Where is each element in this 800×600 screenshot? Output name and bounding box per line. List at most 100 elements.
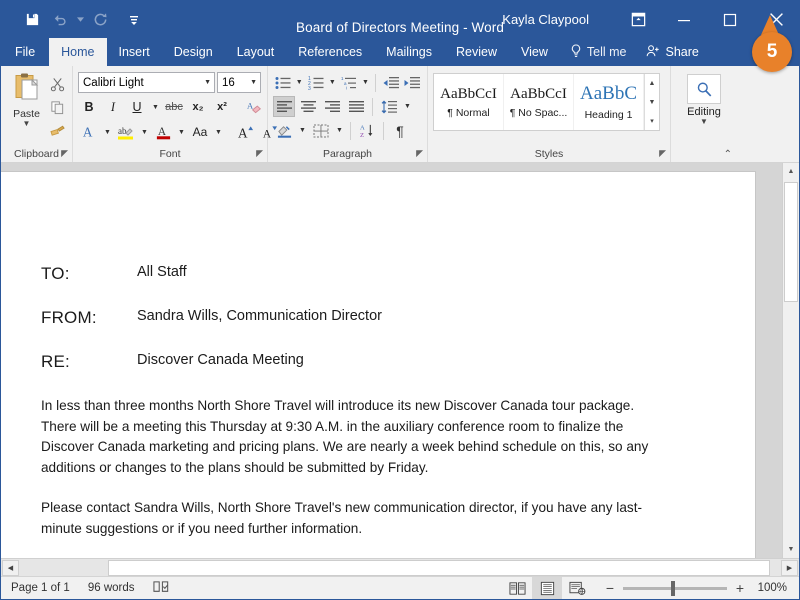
clipboard-dialog-launcher-icon[interactable]: ◤ bbox=[61, 145, 68, 161]
editing-button[interactable]: Editing ▼ bbox=[676, 70, 732, 126]
tab-mailings[interactable]: Mailings bbox=[374, 38, 444, 66]
zoom-out-button[interactable]: − bbox=[604, 580, 616, 596]
borders-icon[interactable] bbox=[310, 120, 332, 141]
tell-me-box[interactable]: Tell me bbox=[560, 38, 637, 66]
horizontal-scroll-track[interactable] bbox=[20, 559, 780, 576]
editing-chevron-down-icon[interactable]: ▼ bbox=[700, 118, 708, 126]
align-left-icon[interactable] bbox=[273, 96, 295, 117]
clear-formatting-icon[interactable]: A bbox=[243, 96, 265, 118]
change-case-chevron-down-icon[interactable]: ▼ bbox=[213, 121, 224, 143]
bullets-icon[interactable] bbox=[273, 72, 292, 93]
paragraph-dialog-launcher-icon[interactable]: ◤ bbox=[416, 145, 423, 161]
copy-icon[interactable] bbox=[47, 97, 67, 117]
tab-layout[interactable]: Layout bbox=[225, 38, 287, 66]
show-formatting-marks-button[interactable]: ¶ bbox=[389, 120, 411, 141]
scroll-down-icon[interactable]: ▼ bbox=[783, 541, 799, 558]
italic-button[interactable]: I bbox=[102, 96, 124, 118]
scroll-right-icon[interactable]: ▶ bbox=[781, 559, 798, 576]
vertical-scroll-track[interactable] bbox=[783, 180, 799, 541]
align-right-icon[interactable] bbox=[321, 96, 343, 117]
font-size-combo[interactable]: 16 ▼ bbox=[217, 72, 261, 93]
sort-icon[interactable]: AZ bbox=[356, 120, 378, 141]
tab-references[interactable]: References bbox=[286, 38, 374, 66]
highlight-icon[interactable]: ab bbox=[115, 121, 137, 143]
shading-icon[interactable] bbox=[273, 120, 295, 141]
tab-view[interactable]: View bbox=[509, 38, 560, 66]
collapse-ribbon-icon[interactable]: ⌃ bbox=[724, 149, 732, 160]
find-magnifier-icon[interactable] bbox=[687, 74, 721, 104]
font-name-chevron-down-icon[interactable]: ▼ bbox=[204, 79, 211, 86]
ribbon-display-options-icon[interactable] bbox=[615, 1, 661, 38]
increase-indent-icon[interactable] bbox=[403, 72, 422, 93]
tab-review[interactable]: Review bbox=[444, 38, 509, 66]
styles-dialog-launcher-icon[interactable]: ◤ bbox=[659, 145, 666, 161]
share-button[interactable]: Share bbox=[636, 38, 738, 66]
document-content[interactable]: TO: All Staff FROM: Sandra Wills, Commun… bbox=[1, 172, 681, 539]
strikethrough-button[interactable]: abc bbox=[163, 96, 185, 118]
styles-scroll-down-icon[interactable]: ▼ bbox=[645, 93, 659, 112]
line-spacing-chevron-down-icon[interactable]: ▼ bbox=[402, 96, 413, 117]
superscript-button[interactable]: x² bbox=[211, 96, 233, 118]
tab-insert[interactable]: Insert bbox=[107, 38, 162, 66]
horizontal-scrollbar[interactable]: ◀ ▶ bbox=[1, 558, 799, 576]
font-size-chevron-down-icon[interactable]: ▼ bbox=[250, 79, 257, 86]
word-count[interactable]: 96 words bbox=[88, 582, 135, 594]
borders-chevron-down-icon[interactable]: ▼ bbox=[334, 120, 345, 141]
justify-icon[interactable] bbox=[345, 96, 367, 117]
proofing-status-icon[interactable] bbox=[152, 580, 169, 597]
font-color-icon[interactable]: A bbox=[152, 121, 174, 143]
zoom-in-button[interactable]: + bbox=[734, 580, 746, 596]
style-heading-1[interactable]: AaBbC Heading 1 bbox=[574, 74, 644, 130]
style-no-spacing[interactable]: AaBbCcI ¶ No Spac... bbox=[504, 74, 574, 130]
read-mode-icon[interactable] bbox=[502, 577, 532, 599]
underline-button[interactable]: U bbox=[126, 96, 148, 118]
paste-button[interactable]: Paste ▼ bbox=[6, 70, 47, 128]
styles-scroll-up-icon[interactable]: ▲ bbox=[645, 74, 659, 93]
tab-file[interactable]: File bbox=[1, 38, 50, 66]
maximize-icon[interactable] bbox=[707, 1, 753, 38]
cut-icon[interactable] bbox=[47, 74, 67, 94]
save-icon[interactable] bbox=[19, 7, 45, 33]
scroll-left-icon[interactable]: ◀ bbox=[2, 559, 19, 576]
decrease-indent-icon[interactable] bbox=[381, 72, 400, 93]
highlight-chevron-down-icon[interactable]: ▼ bbox=[139, 121, 150, 143]
underline-chevron-down-icon[interactable]: ▼ bbox=[150, 96, 161, 118]
page-indicator[interactable]: Page 1 of 1 bbox=[11, 582, 70, 594]
styles-more-icon[interactable]: ▾ bbox=[645, 111, 659, 130]
minimize-icon[interactable] bbox=[661, 1, 707, 38]
grow-font-icon[interactable]: A bbox=[234, 121, 256, 143]
web-layout-icon[interactable] bbox=[562, 577, 592, 599]
horizontal-scroll-thumb[interactable] bbox=[108, 559, 770, 576]
format-painter-icon[interactable] bbox=[47, 120, 67, 140]
tab-design[interactable]: Design bbox=[162, 38, 225, 66]
line-spacing-icon[interactable] bbox=[378, 96, 400, 117]
align-center-icon[interactable] bbox=[297, 96, 319, 117]
font-color-chevron-down-icon[interactable]: ▼ bbox=[176, 121, 187, 143]
vertical-scroll-thumb[interactable] bbox=[784, 182, 798, 302]
bullets-chevron-down-icon[interactable]: ▼ bbox=[294, 72, 304, 93]
bold-button[interactable]: B bbox=[78, 96, 100, 118]
undo-dropdown-icon[interactable] bbox=[75, 7, 85, 33]
zoom-slider-thumb[interactable] bbox=[671, 580, 675, 596]
paste-dropdown-icon[interactable]: ▼ bbox=[23, 120, 31, 128]
document-page[interactable]: TO: All Staff FROM: Sandra Wills, Commun… bbox=[1, 171, 756, 558]
numbering-icon[interactable]: 123 bbox=[306, 72, 325, 93]
style-normal[interactable]: AaBbCcI ¶ Normal bbox=[434, 74, 504, 130]
print-layout-icon[interactable] bbox=[532, 577, 562, 599]
vertical-scrollbar[interactable]: ▲ ▼ bbox=[782, 163, 799, 558]
font-dialog-launcher-icon[interactable]: ◤ bbox=[256, 145, 263, 161]
zoom-slider-track[interactable] bbox=[623, 580, 727, 596]
customize-qat-icon[interactable] bbox=[121, 7, 147, 33]
multilevel-chevron-down-icon[interactable]: ▼ bbox=[361, 72, 371, 93]
font-name-combo[interactable]: Calibri Light ▼ bbox=[78, 72, 215, 93]
zoom-control[interactable]: − + 100% bbox=[604, 580, 787, 596]
redo-icon[interactable] bbox=[87, 7, 113, 33]
undo-icon[interactable] bbox=[47, 7, 73, 33]
text-effects-chevron-down-icon[interactable]: ▼ bbox=[102, 121, 113, 143]
scroll-up-icon[interactable]: ▲ bbox=[783, 163, 799, 180]
change-case-button[interactable]: Aa bbox=[189, 121, 211, 143]
zoom-percentage[interactable]: 100% bbox=[753, 582, 787, 594]
shading-chevron-down-icon[interactable]: ▼ bbox=[297, 120, 308, 141]
subscript-button[interactable]: x₂ bbox=[187, 96, 209, 118]
tab-home[interactable]: Home bbox=[49, 38, 107, 66]
